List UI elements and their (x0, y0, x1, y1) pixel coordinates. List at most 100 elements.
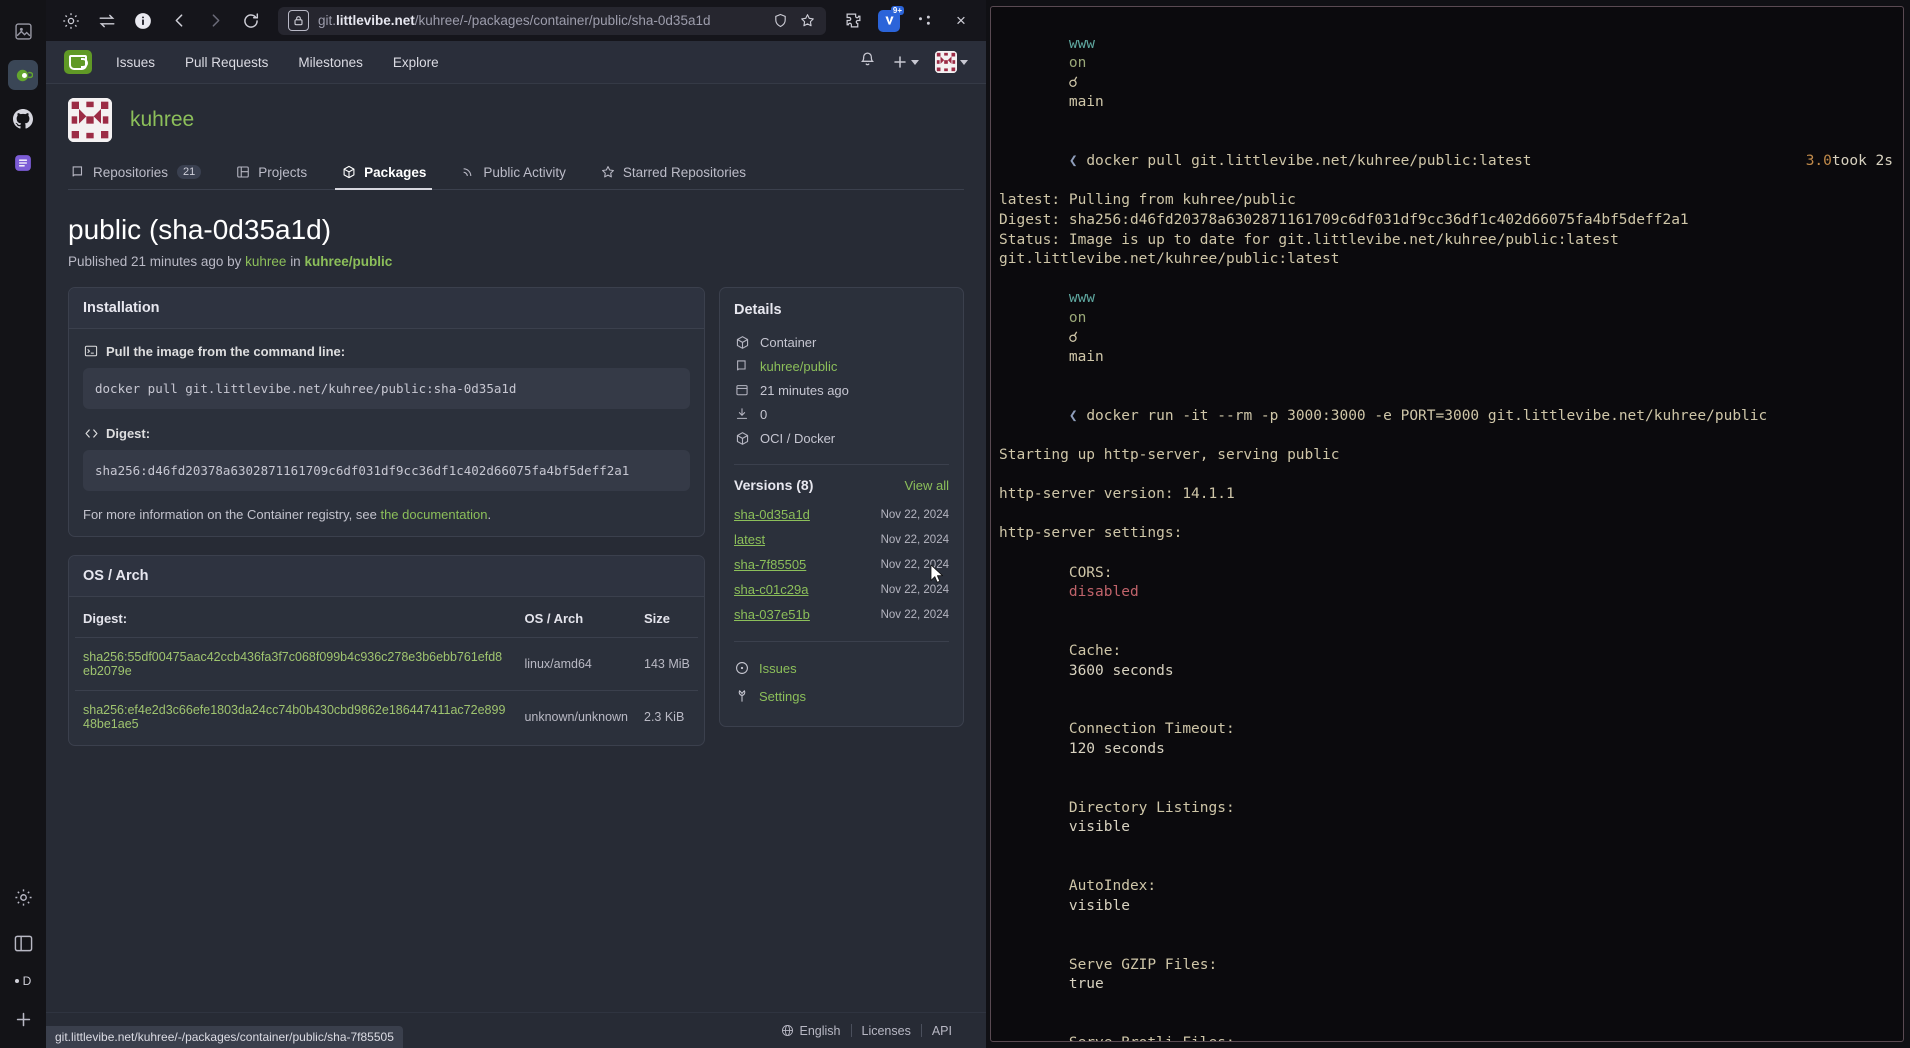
table-row[interactable]: sha256:55df00475aac42ccb436fa3f7c068f099… (75, 637, 698, 691)
setting-key: Serve GZIP Files: (1068, 956, 1218, 973)
rail-bottom-group: D (8, 882, 38, 1048)
thumbnail-preview-icon[interactable] (8, 16, 38, 46)
version-row[interactable]: sha-7f85505 Nov 22, 2024 (734, 552, 949, 577)
details-link-settings[interactable]: Settings (734, 682, 949, 710)
tab-projects[interactable]: Projects (233, 156, 309, 189)
version-name[interactable]: sha-c01c29a (734, 582, 808, 597)
terminal-setting-row: Serve Brotli Files: true (995, 1014, 1899, 1041)
create-new-menu[interactable] (892, 54, 919, 70)
version-name[interactable]: sha-037e51b (734, 607, 810, 622)
terminal-setting-row: Directory Listings: visible (995, 779, 1899, 857)
nav-item-issues[interactable]: Issues (116, 55, 155, 70)
browser-settings-icon[interactable] (56, 7, 86, 35)
extension-badge[interactable]: 9+ (878, 5, 904, 32)
version-name[interactable]: latest (734, 532, 765, 547)
version-date: Nov 22, 2024 (880, 533, 949, 546)
footer-licenses[interactable]: Licenses (852, 1024, 921, 1038)
setting-value: visible (1068, 819, 1130, 836)
bookmark-star-icon[interactable] (798, 12, 816, 30)
footer-api[interactable]: API (922, 1024, 962, 1038)
main-column: Installation Pull the image from the com… (68, 287, 705, 746)
terminal-body[interactable]: www on ☌ main 3.0took 2s ❮ docker pull gi… (990, 6, 1904, 1042)
add-workspace-icon[interactable] (8, 1004, 38, 1034)
chevron-down-icon (911, 59, 919, 65)
address-bar[interactable]: git.littlevibe.net/kuhree/-/packages/con… (278, 6, 826, 35)
gitea-app-icon[interactable] (8, 60, 38, 90)
version-row[interactable]: sha-037e51b Nov 22, 2024 (734, 602, 949, 627)
digest-code[interactable]: sha256:d46fd20378a6302871161709c6df031df… (83, 450, 690, 491)
browser-forward-button[interactable] (200, 7, 230, 35)
detail-row-repository[interactable]: kuhree/public (734, 354, 949, 378)
published-repo-link[interactable]: kuhree/public (304, 254, 392, 269)
browser-toolbar: git.littlevibe.net/kuhree/-/packages/con… (46, 0, 986, 41)
osarch-card-title: OS / Arch (69, 556, 704, 597)
workspace-indicator[interactable]: D (14, 974, 32, 988)
tab-packages[interactable]: Packages (335, 156, 433, 190)
detail-text: Container (760, 334, 817, 350)
more-options-icon[interactable] (910, 7, 940, 35)
github-app-icon[interactable] (8, 104, 38, 134)
tab-starred-repositories[interactable]: Starred Repositories (598, 156, 748, 189)
published-prefix: Published 21 minutes ago by (68, 254, 242, 269)
calendar-icon (734, 382, 750, 398)
version-row[interactable]: sha-c01c29a Nov 22, 2024 (734, 577, 949, 602)
pull-command-code[interactable]: docker pull git.littlevibe.net/kuhree/pu… (83, 368, 690, 409)
published-user-link[interactable]: kuhree (245, 254, 286, 269)
purple-app-icon[interactable] (8, 148, 38, 178)
setting-value: 3600 seconds (1068, 662, 1174, 679)
tab-label: Public Activity (483, 164, 566, 180)
extensions-puzzle-icon[interactable] (838, 7, 868, 35)
versions-header: Versions (8) View all (734, 477, 949, 493)
row-digest[interactable]: sha256:ef4e2d3c66efe1803da24cc74b0b430cb… (75, 691, 516, 744)
versions-title: Versions (8) (734, 477, 814, 493)
footer-language[interactable]: English (771, 1024, 851, 1038)
nav-item-explore[interactable]: Explore (393, 55, 439, 70)
owner-avatar[interactable] (68, 98, 112, 142)
setting-key: Serve Brotli Files: (1069, 1035, 1235, 1041)
site-lock-icon[interactable] (288, 10, 309, 31)
browser-back-button[interactable] (164, 7, 194, 35)
terminal-setting-row: AutoIndex: visible (995, 858, 1899, 936)
browser-sync-icon[interactable] (92, 7, 122, 35)
browser-reload-button[interactable] (236, 7, 266, 35)
tab-public-activity[interactable]: Public Activity (458, 156, 568, 189)
vimium-extension-icon[interactable]: 9+ (874, 5, 904, 35)
pull-command-label: Pull the image from the command line: (106, 343, 346, 359)
star-icon (600, 164, 616, 180)
close-window-button[interactable]: × (946, 7, 976, 35)
detail-repo-link[interactable]: kuhree/public (760, 359, 837, 374)
layout-panel-icon[interactable] (8, 928, 38, 958)
version-name[interactable]: sha-7f85505 (734, 557, 806, 572)
table-row[interactable]: sha256:ef4e2d3c66efe1803da24cc74b0b430cb… (75, 691, 698, 744)
owner-header: kuhree (46, 84, 986, 152)
shield-icon[interactable] (771, 12, 789, 30)
row-os-arch: linux/amd64 (516, 637, 636, 691)
prompt-branch: main (1068, 349, 1104, 366)
user-menu[interactable] (935, 51, 968, 73)
prompt-symbol: ❮ (1068, 407, 1078, 424)
divider (734, 464, 949, 465)
gitea-logo-icon[interactable] (64, 50, 92, 74)
settings-gear-icon[interactable] (8, 882, 38, 912)
version-row[interactable]: sha-0d35a1d Nov 22, 2024 (734, 502, 949, 527)
browser-info-icon[interactable] (128, 7, 158, 35)
prompt-host: www (1068, 290, 1096, 307)
details-link-issues[interactable]: Issues (734, 654, 949, 682)
version-row[interactable]: latest Nov 22, 2024 (734, 527, 949, 552)
version-name[interactable]: sha-0d35a1d (734, 507, 810, 522)
nav-item-pull-requests[interactable]: Pull Requests (185, 55, 268, 70)
owner-name[interactable]: kuhree (130, 108, 194, 132)
row-digest[interactable]: sha256:55df00475aac42ccb436fa3f7c068f099… (75, 637, 517, 691)
documentation-link[interactable]: the documentation (380, 507, 487, 522)
gitea-header-actions (859, 51, 968, 73)
terminal-output-line: Digest: sha256:d46fd20378a6302871161709c… (999, 211, 1689, 228)
terminal-settings-title: http-server settings: (999, 525, 1183, 542)
workspace-label: D (22, 974, 32, 988)
versions-view-all-link[interactable]: View all (904, 478, 949, 493)
gitea-main-nav: Issues Pull Requests Milestones Explore (116, 55, 439, 70)
nav-item-milestones[interactable]: Milestones (298, 55, 363, 70)
notifications-bell-icon[interactable] (859, 51, 876, 73)
tab-repositories[interactable]: Repositories 21 (68, 156, 203, 189)
